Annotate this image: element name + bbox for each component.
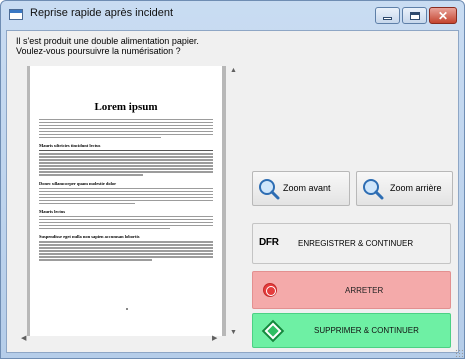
dfr-badge: DFR (259, 237, 279, 248)
doc-heading-1: Mauris ultricies tincidunt lectus (39, 143, 101, 149)
zoom-in-label: Zoom avant (283, 183, 331, 193)
paragraph-2 (39, 153, 213, 176)
window-title: Reprise rapide après incident (30, 7, 174, 19)
page-number-mark (126, 308, 128, 310)
magnifier-plus-icon (259, 179, 280, 200)
title-bar[interactable]: Reprise rapide après incident ✕ (1, 1, 464, 29)
magnifier-minus-icon (363, 179, 384, 200)
doc-heading-3: Mauris lectus (39, 208, 66, 214)
save-continue-button[interactable]: DFR ENREGISTRER & CONTINUER (252, 223, 451, 264)
preview-vertical-scrollbar[interactable]: ▲ ▼ (229, 67, 240, 339)
scroll-left-icon[interactable]: ◀ (21, 335, 26, 342)
stop-label: ARRETER (345, 286, 384, 295)
minimize-button[interactable] (375, 7, 400, 24)
incident-message: Il s'est produit une double alimentation… (16, 36, 199, 56)
resize-grip-icon[interactable] (455, 349, 463, 357)
zoom-out-button[interactable]: Zoom arrière (356, 171, 453, 206)
paragraph-5 (39, 241, 213, 261)
diamond-arrow-icon (261, 319, 285, 343)
close-button[interactable]: ✕ (429, 7, 457, 24)
zoom-out-label: Zoom arrière (390, 183, 442, 193)
paragraph-3 (39, 187, 213, 204)
minimize-icon (383, 17, 392, 20)
delete-continue-button[interactable]: SUPPRIMER & CONTINUER (252, 313, 451, 348)
stop-button[interactable]: ARRETER (252, 271, 451, 309)
zoom-in-button[interactable]: Zoom avant (252, 171, 350, 206)
doc-heading-4: Suspendisse eget nulla non sapien accums… (39, 234, 140, 240)
stop-icon (263, 283, 277, 297)
window-app-icon (9, 9, 23, 20)
maximize-button[interactable] (402, 7, 427, 24)
save-continue-label: ENREGISTRER & CONTINUER (298, 239, 414, 248)
scroll-down-icon[interactable]: ▼ (230, 329, 237, 336)
doc-heading-2: Donec ullamcorper quam molestie dolor (39, 180, 117, 186)
scroll-up-icon[interactable]: ▲ (230, 67, 237, 74)
preview-horizontal-scrollbar[interactable]: ◀ ▶ (21, 334, 221, 345)
message-line-1: Il s'est produit une double alimentation… (16, 36, 199, 46)
paragraph-4 (39, 215, 213, 230)
page-frame: Lorem ipsum Mauris ultricies tincidunt l… (27, 66, 226, 336)
close-icon: ✕ (437, 8, 449, 23)
scroll-right-icon[interactable]: ▶ (212, 335, 217, 342)
doc-rule (39, 150, 213, 152)
dialog-window: Reprise rapide après incident ✕ Il s'est… (0, 0, 465, 359)
paragraph-1 (39, 119, 213, 139)
delete-continue-label: SUPPRIMER & CONTINUER (314, 326, 419, 335)
message-line-2: Voulez-vous poursuivre la numérisation ? (16, 46, 181, 56)
page-preview[interactable]: Lorem ipsum Mauris ultricies tincidunt l… (15, 63, 242, 346)
scanned-page-thumbnail: Lorem ipsum Mauris ultricies tincidunt l… (30, 66, 222, 336)
maximize-icon (409, 11, 420, 20)
doc-title: Lorem ipsum (94, 101, 158, 113)
